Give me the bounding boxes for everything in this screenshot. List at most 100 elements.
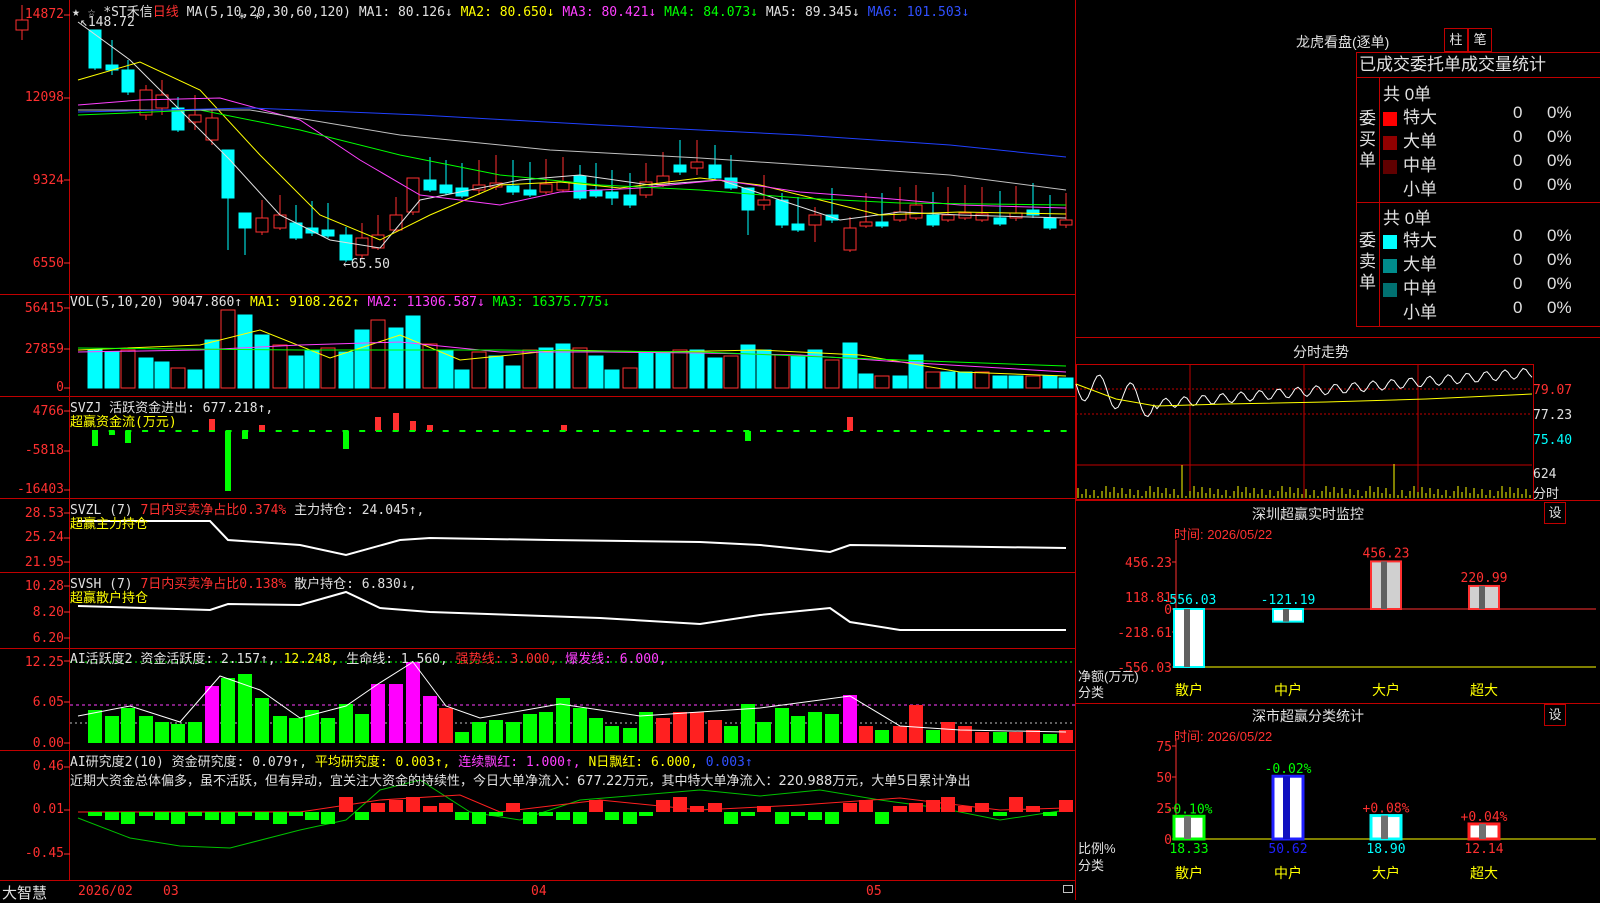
- volume-bar: [1025, 375, 1041, 389]
- ai1-burst-line: 爆发线: 6.000,: [565, 652, 667, 667]
- volume-bar: [689, 349, 705, 389]
- fund-flow-bar: [776, 430, 783, 432]
- fund-flow-bar: [392, 430, 399, 432]
- svzl-ratio: 7日内买卖净占比0.374%: [140, 503, 287, 518]
- fund-flow-bar: [242, 431, 248, 439]
- candle-body: [506, 185, 520, 193]
- activity-bar: [741, 704, 755, 743]
- main-chart-area[interactable]: ★ ☆ *ST禾信日线 MA(5,10,20,30,60,120) MA1: 8…: [0, 0, 1076, 902]
- stats-bar-chart[interactable]: 7550250-0.10%18.33散户-0.02%50.62中户+0.08%1…: [1076, 700, 1600, 900]
- buy-row-count: 0: [1513, 151, 1523, 170]
- svzj-subtitle: 超赢资金流(万元): [70, 415, 177, 430]
- sell-color-swatch: [1383, 282, 1397, 297]
- bar-mode-button[interactable]: 柱: [1444, 28, 1468, 52]
- buy-color-swatch: [1383, 111, 1397, 126]
- research-bar: [121, 812, 135, 824]
- fund-flow-bar: [125, 430, 132, 432]
- volume-bar: [154, 361, 170, 389]
- fund-flow-bar: [626, 430, 633, 432]
- ratio-value-label: 18.90: [1366, 842, 1405, 857]
- fund-flow-bar: [760, 430, 766, 432]
- tick-mode-button[interactable]: 笔: [1468, 28, 1492, 52]
- ratio-value-label: 18.33: [1169, 842, 1208, 857]
- ai1-lifeline: 生命线: 1.560,: [346, 652, 448, 667]
- buy-row-label: 特大: [1403, 108, 1437, 127]
- buy-row-3: 小单 0 0%: [1383, 175, 1599, 199]
- research-bar: [539, 812, 553, 816]
- volume-bar: [87, 349, 103, 389]
- ai1-header: AI活跃度2 资金活跃度: 2.157↑, 12.248, 生命线: 1.560…: [70, 648, 667, 667]
- candle-body: [539, 183, 553, 193]
- ai1-label: AI活跃度2: [70, 652, 133, 667]
- y-tick-label: 79.07: [1533, 383, 1573, 398]
- sell-row-label: 大单: [1403, 255, 1437, 274]
- activity-bar: [273, 716, 287, 743]
- research-bar: [875, 812, 889, 824]
- activity-bar: [639, 712, 653, 743]
- intraday-chart[interactable]: [1075, 364, 1600, 504]
- y-tick-label: -218.61: [1117, 626, 1172, 641]
- research-bar: [221, 812, 235, 824]
- y-tick-label: 4766: [32, 404, 64, 419]
- ai2-consecutive-red: 连续飘红: 1.000↑,: [458, 755, 581, 770]
- research-bar: [455, 812, 469, 820]
- category-label: 散户: [1175, 865, 1203, 882]
- bar-value-label: 220.99: [1461, 571, 1508, 586]
- fund-flow-bar: [225, 430, 232, 432]
- research-bar: [1059, 800, 1073, 812]
- vol-label: VOL(5,10,20): [70, 295, 164, 310]
- research-bar: [958, 806, 972, 812]
- research-bar: [556, 812, 570, 820]
- sell-row-pct: 0%: [1547, 226, 1572, 245]
- y-tick-label: 6.05: [32, 695, 64, 710]
- research-bar: [439, 803, 453, 812]
- sell-row-0: 特大 0 0%: [1383, 226, 1599, 250]
- y-tick-label: 56415: [24, 301, 64, 316]
- bar-value-label: -556.03: [1162, 593, 1217, 608]
- buy-total: 共 0单: [1383, 85, 1432, 104]
- candle-body: [1043, 217, 1057, 229]
- research-bar: [389, 800, 403, 812]
- ai2-average: 平均研究度: 0.003↑,: [314, 755, 451, 770]
- candle-body: [423, 179, 437, 191]
- monitor-bar-chart[interactable]: 456.23118.810-218.61-556.03-556.03散户-121…: [1076, 500, 1600, 700]
- lock-icon[interactable]: [1063, 885, 1073, 893]
- category-label: 超大: [1470, 683, 1498, 699]
- volume-bar: [187, 369, 203, 389]
- volume-bar: [320, 347, 336, 389]
- volume-bar: [858, 373, 874, 389]
- volume-bar: [288, 355, 304, 389]
- buy-row-count: 0: [1513, 175, 1523, 194]
- fund-flow-bar: [709, 430, 716, 432]
- candle-body: [875, 221, 889, 227]
- net-flow-bar-shade: [1184, 609, 1190, 667]
- buy-row-pct: 0%: [1547, 127, 1572, 146]
- y-tick-label: 25.24: [24, 530, 64, 545]
- candle-body: [909, 204, 923, 219]
- fund-flow-bar: [847, 417, 853, 431]
- activity-bar: [673, 712, 687, 743]
- candle-body: [605, 191, 619, 199]
- fund-flow-bar: [659, 430, 666, 432]
- research-bar: [139, 812, 153, 816]
- y-tick-label: 456.23: [1125, 556, 1172, 571]
- research-bar: [791, 812, 805, 816]
- y-tick-label: 0: [56, 380, 64, 395]
- fund-flow-bar: [192, 430, 199, 432]
- research-bar: [155, 812, 169, 820]
- candle-body: [757, 199, 771, 206]
- ai2-value3: 0.003↑: [705, 755, 753, 770]
- bar-value-label: -121.19: [1261, 593, 1316, 608]
- activity-bar: [523, 714, 537, 743]
- activity-bar: [656, 718, 670, 743]
- candle-body: [859, 221, 873, 227]
- volume-bar: [572, 347, 588, 389]
- research-bar: [589, 800, 603, 812]
- research-bar: [673, 797, 687, 812]
- fund-flow-bar: [476, 430, 483, 432]
- candle-body: [791, 223, 805, 231]
- research-bar: [339, 797, 353, 812]
- buy-row-pct: 0%: [1547, 103, 1572, 122]
- fund-flow-bar: [743, 430, 750, 432]
- fund-flow-bar: [676, 430, 683, 432]
